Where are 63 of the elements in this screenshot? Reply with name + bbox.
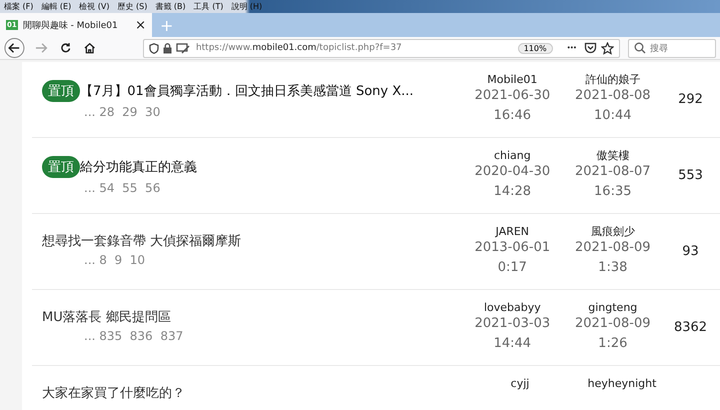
pinned-badge: 置頂	[42, 156, 80, 178]
last-reply-user[interactable]: 許仙的娘子	[585, 74, 640, 86]
menu-item[interactable]: 歷史 (S)	[118, 1, 148, 12]
last-reply-user[interactable]: heyheynight	[588, 378, 656, 390]
last-reply-time: 1:38	[598, 259, 628, 277]
topic-title-link[interactable]: MU落落長 鄉民提問區	[42, 308, 171, 326]
created-date: 2021-06-30	[474, 87, 550, 105]
created-date: 2013-06-01	[474, 239, 550, 257]
search-icon	[634, 42, 646, 54]
page-links[interactable]: ... 835 836 837	[42, 329, 460, 343]
pinned-badge: 置頂	[42, 80, 80, 102]
page-links[interactable]: ... 28 29 30	[42, 105, 460, 119]
close-tab-button[interactable]: ×	[135, 18, 146, 32]
permissions-icon	[176, 42, 190, 54]
menu-item[interactable]: 書籤 (B)	[155, 1, 186, 12]
created-date: 2020-04-30	[474, 163, 550, 181]
reply-count: 292	[677, 91, 704, 107]
created-date: 2021-03-03	[474, 315, 550, 333]
last-reply-date: 2021-08-09	[574, 315, 651, 333]
last-reply-date: 2021-08-08	[574, 87, 651, 105]
menu-item[interactable]: 說明 (H)	[231, 1, 262, 12]
topic-title-link[interactable]: 想尋找一套錄音帶 大偵探福爾摩斯	[42, 232, 242, 250]
author-name[interactable]: lovebabyy	[484, 302, 541, 314]
last-reply-date: 2021-08-07	[574, 163, 651, 181]
tab-title: 閒聊與趣味 - Mobile01	[22, 20, 119, 32]
last-reply-user[interactable]: gingteng	[588, 302, 638, 314]
menu-item[interactable]: 檢視 (V)	[79, 1, 110, 12]
shield-icon	[148, 42, 159, 54]
last-reply-time: 16:35	[594, 183, 632, 201]
menu-item[interactable]: 編輯 (E)	[41, 1, 72, 12]
created-time: 14:28	[494, 183, 532, 201]
zoom-level-badge[interactable]: 110%	[518, 42, 553, 54]
topic-title-link[interactable]: 【7月】01會員獨享活動．回文抽日系美感當道 Sony X...	[80, 82, 414, 100]
last-reply-time: 1:26	[598, 335, 628, 353]
created-time: 0:17	[498, 259, 527, 277]
last-reply-user[interactable]: 傲笑樓	[596, 150, 630, 162]
author-name[interactable]: chiang	[494, 150, 531, 162]
url-text: https://www.mobile01.com/topiclist.php?f=37	[196, 43, 403, 53]
search-field[interactable]: 搜尋	[628, 38, 716, 58]
topic-title-link[interactable]: 給分功能真正的意義	[80, 158, 197, 176]
lock-icon	[162, 42, 172, 54]
star-icon[interactable]	[600, 42, 614, 54]
menu-item[interactable]: 檔案 (F)	[4, 1, 34, 12]
home-icon[interactable]	[84, 42, 95, 54]
last-reply-date: 2021-08-09	[574, 239, 651, 257]
created-time: 16:46	[494, 107, 532, 125]
back-icon[interactable]	[4, 37, 25, 59]
created-time: 14:44	[494, 335, 532, 353]
author-name[interactable]: cyjj	[510, 378, 530, 390]
reply-count: 8362	[672, 319, 708, 335]
reply-count: 553	[677, 167, 704, 183]
reply-count: 93	[681, 243, 700, 259]
reload-icon[interactable]	[60, 42, 72, 54]
topic-title-link[interactable]: 大家在家買了什麼吃的？	[42, 384, 185, 402]
author-name[interactable]: Mobile01	[487, 74, 538, 86]
page-links[interactable]: ... 8 9 10	[42, 253, 460, 267]
last-reply-user[interactable]: 風痕劍少	[590, 226, 635, 238]
last-reply-time: 10:44	[594, 107, 632, 125]
menu-item[interactable]: 工具 (T)	[194, 1, 224, 12]
search-input[interactable]: 搜尋	[650, 43, 710, 53]
author-name[interactable]: JAREN	[496, 226, 530, 238]
pocket-icon[interactable]	[584, 42, 597, 54]
page-links[interactable]: ... 54 55 56	[42, 181, 460, 195]
